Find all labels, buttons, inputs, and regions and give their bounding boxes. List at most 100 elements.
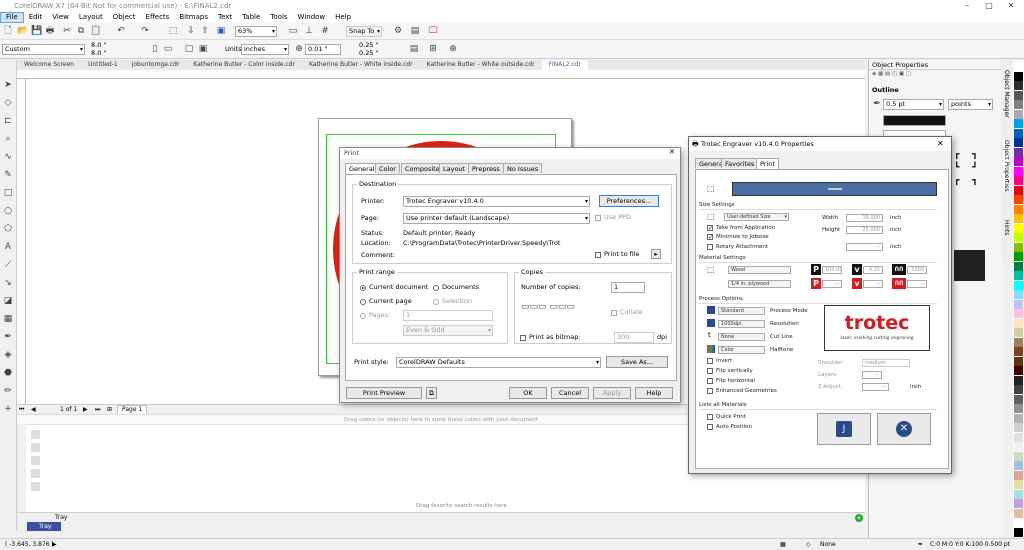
cut-velocity-input[interactable]: -- (863, 280, 883, 288)
options-icon[interactable]: ⚙ (393, 26, 403, 36)
pages-radio[interactable] (360, 313, 366, 319)
enhanced-geometries-checkbox[interactable] (707, 388, 713, 394)
page-preset-dropdown[interactable]: Custom ▾ (2, 44, 85, 55)
outline-width-field[interactable]: 0.5 pt ▾ (883, 99, 944, 110)
landscape-icon[interactable]: ▭ (163, 44, 173, 54)
tab-layout[interactable]: Layout (439, 163, 470, 173)
tray-tool-icon[interactable] (31, 469, 40, 478)
outline-pen-icon[interactable]: ✏ (3, 386, 13, 396)
palette-swatch[interactable] (1014, 366, 1023, 375)
palette-swatch[interactable] (1014, 204, 1023, 214)
all-pages-icon[interactable]: ▢ (184, 44, 194, 54)
palette-swatch[interactable] (1014, 394, 1023, 404)
menu-text[interactable]: Text (213, 12, 237, 23)
menu-object[interactable]: Object (108, 12, 141, 23)
search-content-icon[interactable]: ⬚ (168, 26, 178, 36)
palette-swatch[interactable] (1014, 518, 1023, 527)
width-input[interactable]: 39.000 (846, 214, 883, 222)
drop-shadow-icon[interactable]: ◪ (3, 296, 13, 306)
invert-checkbox[interactable] (707, 358, 713, 364)
tab-hints[interactable]: Hints (1003, 220, 1010, 235)
preview-window-icon[interactable]: ⧉ (426, 387, 437, 399)
redo-icon[interactable]: ↷ (140, 26, 150, 36)
play-icon[interactable]: ▶ (52, 539, 57, 550)
palette-swatch[interactable] (1014, 356, 1023, 366)
ok-button[interactable]: OK (509, 387, 547, 399)
page-height-value[interactable]: 8.0 " (91, 49, 106, 58)
palette-swatch[interactable] (1014, 252, 1023, 261)
even-odd-dropdown[interactable]: Even & Odd ▾ (403, 325, 493, 336)
palette-swatch[interactable] (1014, 90, 1023, 100)
cut-frequency-input[interactable]: -- (907, 280, 927, 288)
palette-swatch[interactable] (1014, 423, 1023, 432)
palette-swatch[interactable] (1014, 489, 1023, 499)
full-screen-icon[interactable]: ▭ (288, 26, 298, 36)
palette-swatch[interactable] (1014, 280, 1023, 290)
tray-tool-icon[interactable] (31, 482, 40, 491)
interactive-fill-icon[interactable]: ◈ (3, 350, 13, 360)
send-to-job-control-button[interactable]: J (817, 413, 871, 445)
docker-tabs-icons[interactable]: ◈ ▦ ▤ ◰ ▣ ▢ (872, 71, 911, 77)
power-input[interactable]: 100.00 (822, 266, 842, 274)
outline-color-swatch[interactable] (883, 115, 946, 126)
palette-swatch[interactable] (1014, 138, 1023, 147)
palette-swatch[interactable] (1014, 271, 1023, 280)
rotary-diameter-input[interactable]: -- (846, 243, 883, 251)
menu-table[interactable]: Table (237, 12, 265, 23)
import-icon[interactable]: ⇩ (186, 26, 196, 36)
undo-icon[interactable]: ↶ (116, 26, 126, 36)
launch-icon[interactable]: ▤ (410, 26, 420, 36)
trotec-dialog-close-icon[interactable]: ✕ (937, 139, 944, 148)
palette-swatch[interactable] (1014, 337, 1023, 347)
menu-window[interactable]: Window (293, 12, 331, 23)
palette-swatch[interactable] (1014, 470, 1023, 480)
tab-general[interactable]: General (345, 163, 379, 174)
eyedropper-icon[interactable]: ✒ (3, 332, 13, 342)
cut-icon[interactable]: ✂ (62, 26, 72, 36)
velocity-input[interactable]: 0.15 (863, 266, 883, 274)
palette-swatch[interactable] (1014, 508, 1023, 518)
options-plus-icon[interactable]: ⊕ (448, 44, 458, 54)
documents-radio[interactable] (433, 285, 439, 291)
cut-power-input[interactable]: -- (822, 280, 842, 288)
freehand-tool-icon[interactable]: ∿ (3, 152, 13, 162)
use-ppd-checkbox[interactable] (595, 215, 601, 221)
copy-icon[interactable]: ⧉ (76, 26, 86, 36)
menu-view[interactable]: View (47, 12, 74, 23)
halftone-dropdown[interactable]: Color (718, 346, 765, 354)
palette-swatch[interactable] (1014, 71, 1023, 81)
palette-swatch[interactable] (1014, 176, 1023, 185)
rotary-attachment-checkbox[interactable] (707, 244, 713, 250)
print-to-file-checkbox[interactable] (595, 252, 601, 258)
submaterial-dropdown[interactable]: 1/4 in. plywood (728, 280, 791, 288)
preferences-button[interactable]: Preferences... (599, 195, 659, 207)
tab-color[interactable]: Color (375, 163, 400, 173)
layers-input[interactable]: -- (862, 371, 882, 379)
help-button[interactable]: Help (635, 387, 673, 399)
palette-swatch[interactable] (1014, 499, 1023, 508)
quick-print-checkbox[interactable] (707, 414, 713, 420)
grid-icon[interactable]: # (320, 26, 330, 36)
palette-swatch[interactable] (1014, 318, 1023, 328)
export-icon[interactable]: ⇧ (200, 26, 210, 36)
line-join-icons[interactable]: ┏ ┓ ┗ ┛ ┏ ┓ (954, 149, 983, 188)
menu-bitmaps[interactable]: Bitmaps (174, 12, 213, 23)
palette-swatch[interactable] (1014, 242, 1023, 252)
cancel-job-button[interactable]: ✕ (877, 413, 931, 445)
palette-swatch[interactable] (1014, 385, 1023, 394)
tab-composite[interactable]: Composite (401, 163, 444, 173)
current-document-radio[interactable] (360, 285, 366, 291)
palette-swatch[interactable] (1014, 157, 1023, 166)
palette-swatch[interactable] (1014, 347, 1023, 356)
page-layout-icon[interactable]: ⊞ (428, 44, 438, 54)
palette-swatch[interactable] (1014, 147, 1023, 157)
menu-file[interactable]: File (0, 12, 24, 23)
tab-object-manager[interactable]: Object Manager (1003, 70, 1010, 118)
parallel-dimension-icon[interactable]: ⟋ (3, 260, 13, 270)
current-page-radio[interactable] (360, 299, 366, 305)
palette-swatch[interactable] (1014, 290, 1023, 299)
maximize-button[interactable]: □ (978, 0, 1000, 12)
cancel-button[interactable]: Cancel (551, 387, 589, 399)
current-page-icon[interactable]: ▣ (198, 44, 208, 54)
tray-tool-icon[interactable] (31, 430, 40, 439)
